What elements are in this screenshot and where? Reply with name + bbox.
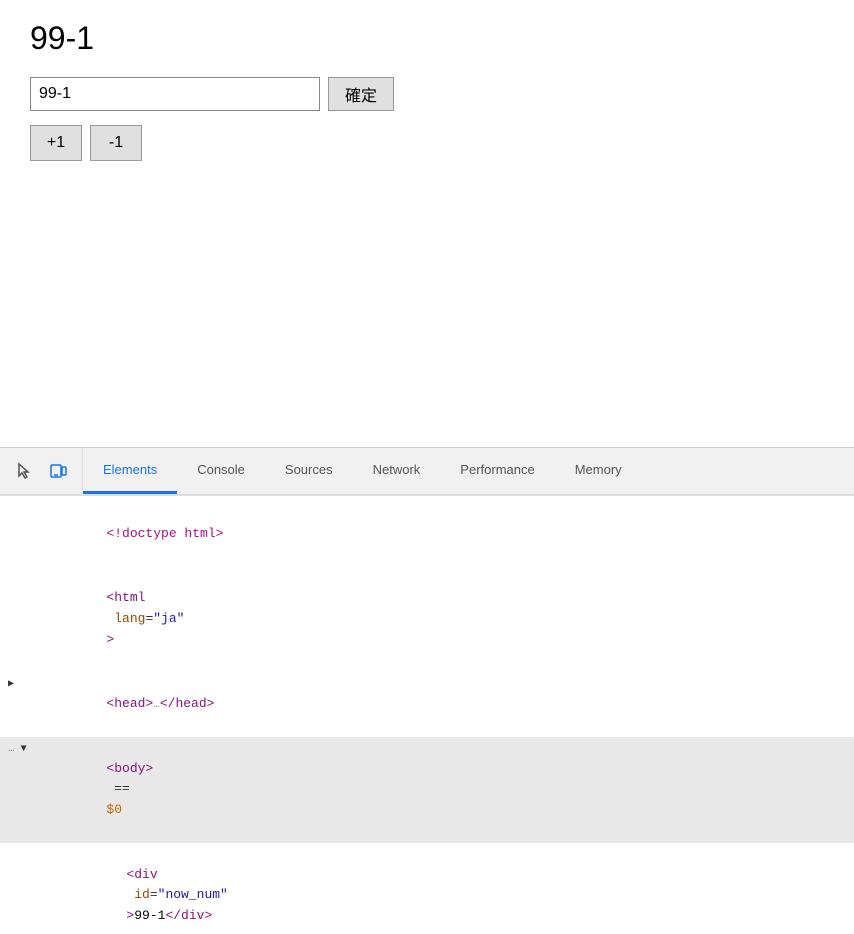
- devtools-icon-group: [0, 448, 83, 494]
- doctype-text: <!doctype html>: [106, 526, 223, 541]
- code-line-1: <!doctype html>: [0, 502, 854, 566]
- code-line-5[interactable]: <div id="now_num" >99-1</div>: [0, 843, 854, 934]
- dollar-zero: $0: [106, 802, 122, 817]
- elements-panel[interactable]: <!doctype html> <html lang="ja" > ▶ <hea…: [0, 496, 854, 934]
- page-preview: 99-1 確定 +1 -1: [0, 0, 854, 448]
- minus-one-button[interactable]: -1: [90, 125, 142, 161]
- page-title: 99-1: [30, 20, 824, 57]
- code-line-4[interactable]: … ▼ <body> == $0: [0, 737, 854, 843]
- inspect-icon[interactable]: [10, 457, 38, 485]
- expand-head-arrow: ▶: [8, 677, 14, 693]
- code-line-3[interactable]: ▶ <head>…</head>: [0, 672, 854, 736]
- tab-memory[interactable]: Memory: [555, 448, 642, 494]
- tab-network[interactable]: Network: [353, 448, 441, 494]
- tab-sources[interactable]: Sources: [265, 448, 353, 494]
- code-line-2: <html lang="ja" >: [0, 566, 854, 672]
- counter-buttons: +1 -1: [30, 125, 824, 161]
- total-input[interactable]: [30, 77, 320, 111]
- expand-body-arrow: ▼: [15, 742, 27, 758]
- dots-indicator: …: [8, 741, 15, 759]
- tab-elements[interactable]: Elements: [83, 448, 177, 494]
- device-toolbar-icon[interactable]: [44, 457, 72, 485]
- devtools-panel: Elements Console Sources Network Perform…: [0, 448, 854, 934]
- input-row: 確定: [30, 77, 824, 111]
- devtools-toolbar: Elements Console Sources Network Perform…: [0, 448, 854, 496]
- confirm-button[interactable]: 確定: [328, 77, 394, 111]
- devtools-tabs: Elements Console Sources Network Perform…: [83, 448, 854, 494]
- tab-performance[interactable]: Performance: [440, 448, 554, 494]
- tab-console[interactable]: Console: [177, 448, 265, 494]
- plus-one-button[interactable]: +1: [30, 125, 82, 161]
